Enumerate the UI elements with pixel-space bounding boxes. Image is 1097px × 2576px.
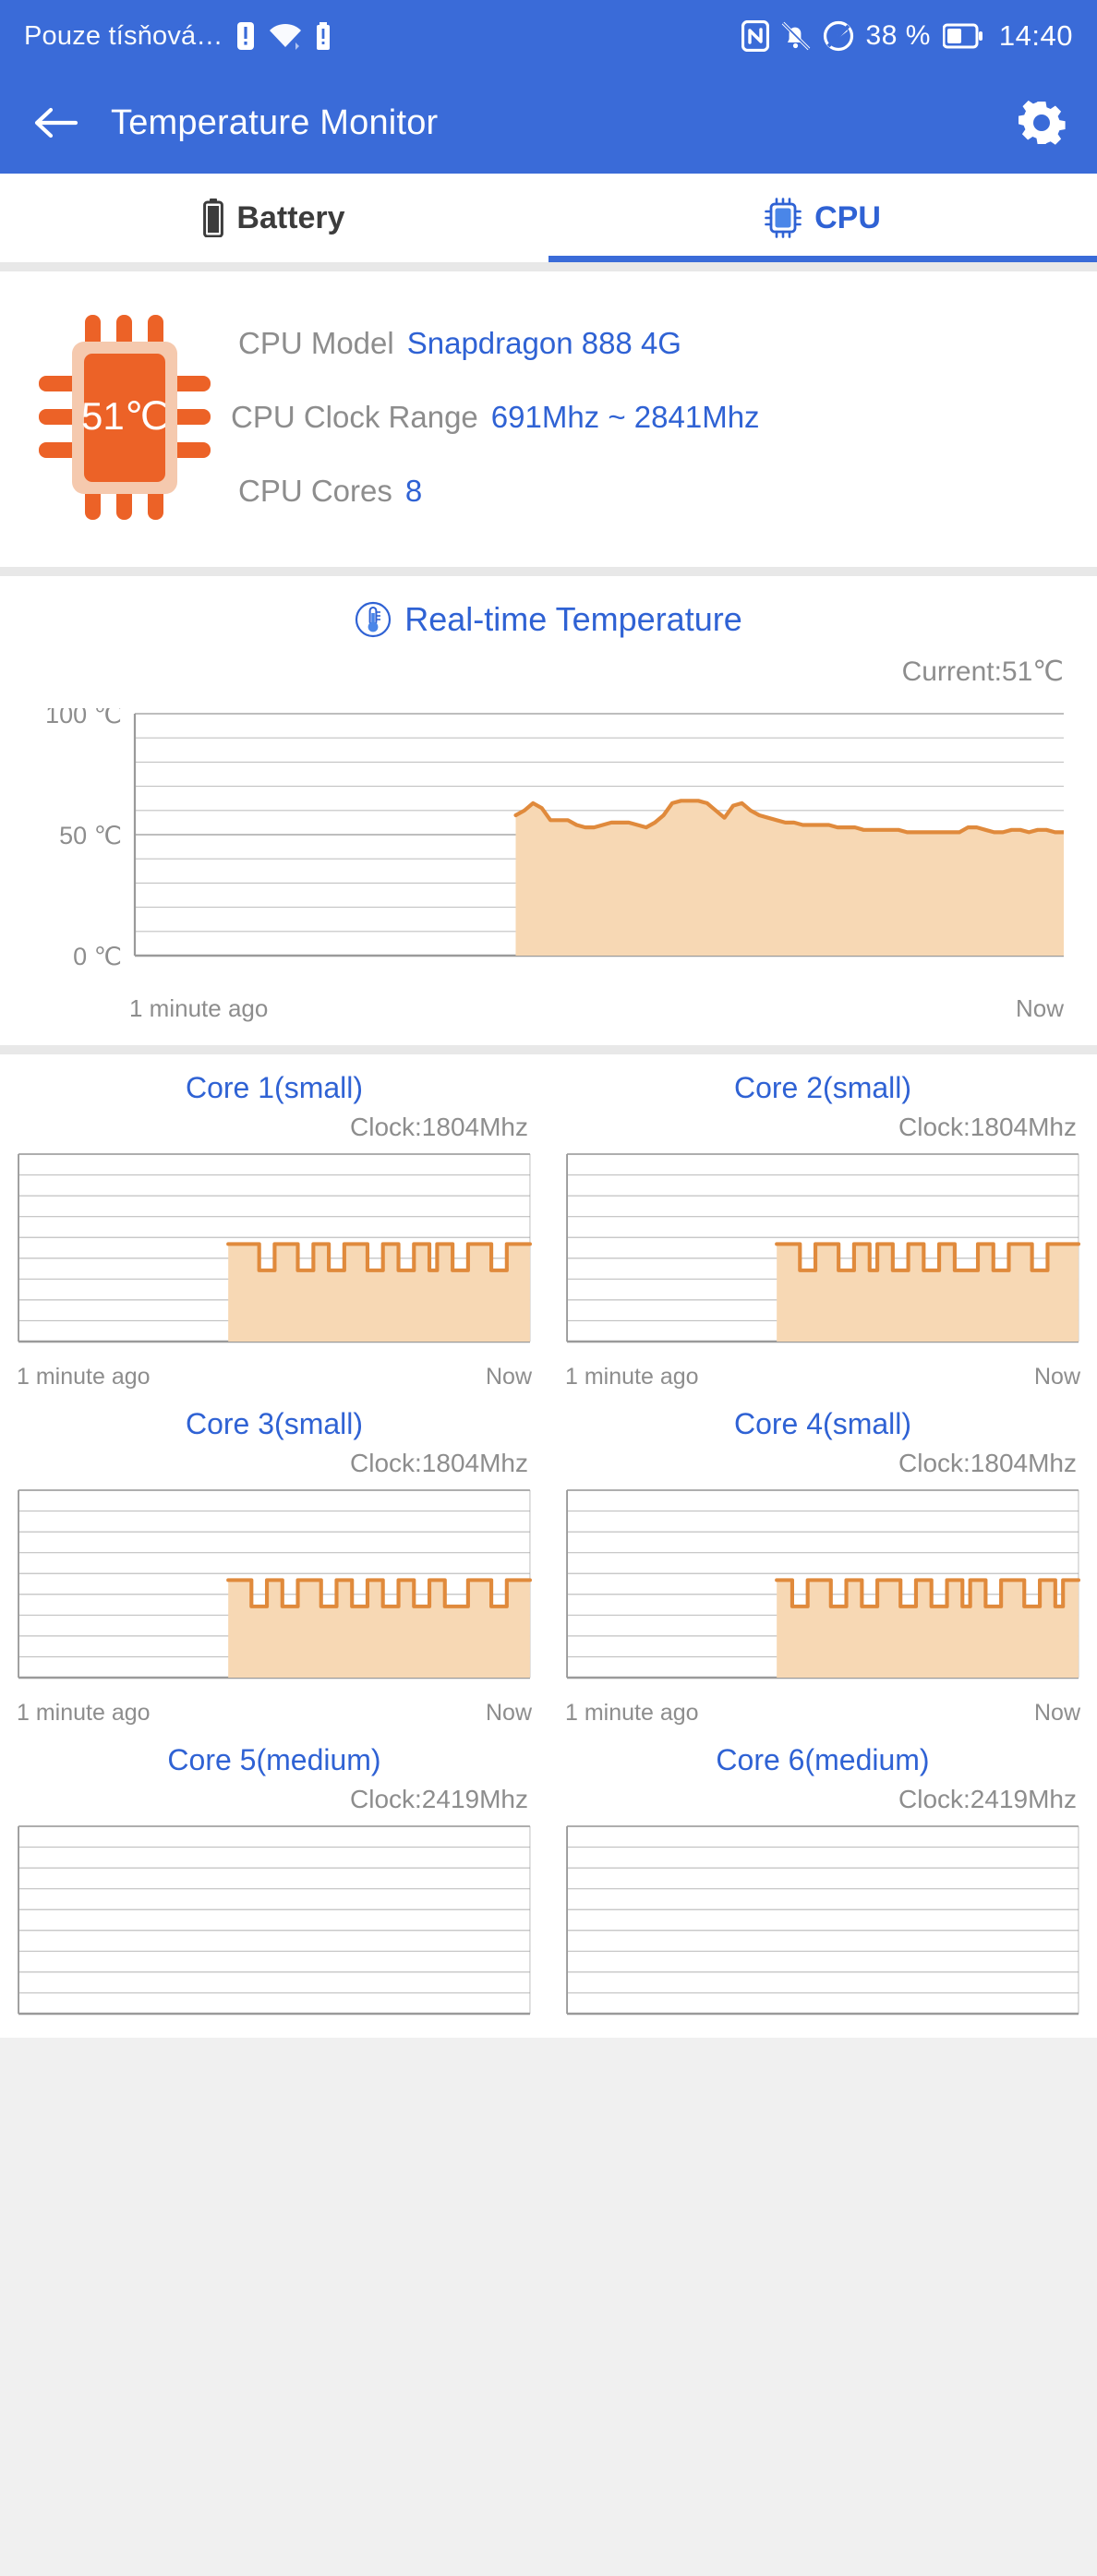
gear-icon[interactable] bbox=[1014, 95, 1069, 150]
tab-cpu-label: CPU bbox=[814, 199, 881, 235]
cpu-info-card: 51℃ CPU Model Snapdragon 888 4G CPU Cloc… bbox=[0, 271, 1097, 567]
cpu-model-row: CPU Model Snapdragon 888 4G bbox=[231, 326, 1069, 361]
core-5-title: Core 5(medium) bbox=[167, 1743, 381, 1776]
core-4-clock: Clock:1804Mhz bbox=[898, 1449, 1077, 1477]
core-2-title: Core 2(small) bbox=[733, 1071, 912, 1104]
core-3-x-axis: 1 minute ago Now bbox=[17, 1692, 532, 1727]
core-1-x-axis: 1 minute ago Now bbox=[17, 1356, 532, 1390]
realtime-x-right: Now bbox=[1015, 994, 1064, 1022]
core-3-title: Core 3(small) bbox=[185, 1407, 364, 1440]
core-3-x-left: 1 minute ago bbox=[17, 1700, 151, 1726]
core-2-x-right: Now bbox=[1033, 1364, 1080, 1390]
clock-label: 14:40 bbox=[998, 19, 1073, 52]
cpu-cores-value: 8 bbox=[404, 474, 423, 508]
cpu-chip-icon: 51℃ bbox=[39, 315, 211, 520]
app-screen: Pouze tísňová… 38 % 14:40 Temperature Mo… bbox=[0, 0, 1097, 2576]
wifi-icon bbox=[268, 22, 303, 50]
cpu-cores-row: CPU Cores 8 bbox=[231, 474, 1069, 509]
cpu-info-rows: CPU Model Snapdragon 888 4G CPU Clock Ra… bbox=[222, 326, 1069, 509]
core-row-2: Core 3(small) Clock:1804Mhz 1 minute ago… bbox=[0, 1390, 1097, 1727]
svg-text:0 ℃: 0 ℃ bbox=[73, 943, 122, 970]
core-4-x-axis: 1 minute ago Now bbox=[565, 1692, 1080, 1727]
status-bar: Pouze tísňová… 38 % 14:40 bbox=[0, 0, 1097, 72]
realtime-chart: 0 ℃ 50 ℃ 100 ℃ bbox=[0, 688, 1097, 985]
tab-battery[interactable]: Battery bbox=[0, 174, 548, 262]
core-5-clock: Clock:2419Mhz bbox=[350, 1785, 528, 1813]
core-cell-4: Core 4(small) Clock:1804Mhz 1 minute ago… bbox=[548, 1390, 1097, 1727]
thermometer-icon bbox=[355, 601, 392, 638]
core-2-x-axis: 1 minute ago Now bbox=[565, 1356, 1080, 1390]
realtime-x-axis: 1 minute ago Now bbox=[0, 985, 1097, 1038]
core-cell-2: Core 2(small) Clock:1804Mhz 1 minute ago… bbox=[548, 1054, 1097, 1390]
core-1-title: Core 1(small) bbox=[185, 1071, 364, 1104]
core-4-x-left: 1 minute ago bbox=[565, 1700, 699, 1726]
tab-bar: Battery CPU bbox=[0, 174, 1097, 262]
core-6-clock: Clock:2419Mhz bbox=[898, 1785, 1077, 1813]
nfc-icon bbox=[741, 20, 769, 52]
cpu-model-label: CPU Model bbox=[238, 326, 394, 360]
status-bar-left: Pouze tísňová… bbox=[24, 21, 331, 52]
arrow-left-icon[interactable] bbox=[28, 94, 85, 151]
core-2-x-left: 1 minute ago bbox=[565, 1364, 699, 1390]
realtime-title: Real-time Temperature bbox=[404, 600, 742, 638]
tab-battery-label: Battery bbox=[236, 199, 345, 235]
realtime-temperature-card: Real-time Temperature Current:51℃ 0 ℃ 50 … bbox=[0, 576, 1097, 1045]
page-title: Temperature Monitor bbox=[111, 102, 439, 142]
core-3-x-right: Now bbox=[485, 1700, 532, 1726]
core-row-1: Core 1(small) Clock:1804Mhz 1 minute ago… bbox=[0, 1054, 1097, 1390]
battery-icon bbox=[203, 199, 224, 237]
realtime-current-label: Current:51℃ bbox=[901, 656, 1064, 687]
cpu-chip-temperature-badge: 51℃ bbox=[28, 311, 222, 524]
core-1-x-right: Now bbox=[485, 1364, 532, 1390]
status-bar-right: 38 % 14:40 bbox=[741, 19, 1073, 53]
realtime-title-row: Real-time Temperature bbox=[0, 600, 1097, 639]
svg-text:100 ℃: 100 ℃ bbox=[45, 708, 122, 728]
core-cell-3: Core 3(small) Clock:1804Mhz 1 minute ago… bbox=[0, 1390, 548, 1727]
card-divider-1 bbox=[0, 567, 1097, 576]
core-3-clock: Clock:1804Mhz bbox=[350, 1449, 528, 1477]
core-4-title: Core 4(small) bbox=[733, 1407, 912, 1440]
data-saver-icon bbox=[823, 20, 854, 52]
cpu-cores-label: CPU Cores bbox=[238, 474, 392, 508]
core-6-title: Core 6(medium) bbox=[716, 1743, 930, 1776]
tabs-divider bbox=[0, 262, 1097, 271]
cpu-model-value: Snapdragon 888 4G bbox=[406, 326, 681, 360]
bell-muted-icon bbox=[781, 20, 811, 52]
battery-percent-label: 38 % bbox=[865, 20, 931, 51]
svg-text:50 ℃: 50 ℃ bbox=[59, 822, 122, 849]
battery-alert-icon bbox=[316, 22, 331, 50]
battery-icon bbox=[942, 23, 983, 49]
core-row-3: Core 5(medium) Clock:2419Mhz Core 6(medi… bbox=[0, 1727, 1097, 2028]
tab-cpu[interactable]: CPU bbox=[548, 174, 1097, 262]
core-4-x-right: Now bbox=[1033, 1700, 1080, 1726]
app-bar: Temperature Monitor bbox=[0, 72, 1097, 174]
core-cell-5: Core 5(medium) Clock:2419Mhz bbox=[0, 1727, 548, 2028]
cpu-clock-range-row: CPU Clock Range 691Mhz ~ 2841Mhz bbox=[231, 400, 1069, 435]
cpu-clock-range-value: 691Mhz ~ 2841Mhz bbox=[490, 400, 760, 434]
cpu-chip-icon bbox=[765, 198, 802, 238]
core-1-clock: Clock:1804Mhz bbox=[350, 1113, 528, 1141]
core-1-x-left: 1 minute ago bbox=[17, 1364, 151, 1390]
cpu-clock-range-label: CPU Clock Range bbox=[231, 400, 478, 434]
core-cell-1: Core 1(small) Clock:1804Mhz 1 minute ago… bbox=[0, 1054, 548, 1390]
card-divider-2 bbox=[0, 1045, 1097, 1054]
carrier-label: Pouze tísňová… bbox=[24, 20, 223, 51]
core-charts-section: Core 1(small) Clock:1804Mhz 1 minute ago… bbox=[0, 1054, 1097, 2038]
core-cell-6: Core 6(medium) Clock:2419Mhz bbox=[548, 1727, 1097, 2028]
chip-temp-label: 51℃ bbox=[81, 394, 168, 438]
sim-alert-icon bbox=[236, 21, 255, 51]
realtime-x-left: 1 minute ago bbox=[129, 994, 269, 1022]
core-2-clock: Clock:1804Mhz bbox=[898, 1113, 1077, 1141]
